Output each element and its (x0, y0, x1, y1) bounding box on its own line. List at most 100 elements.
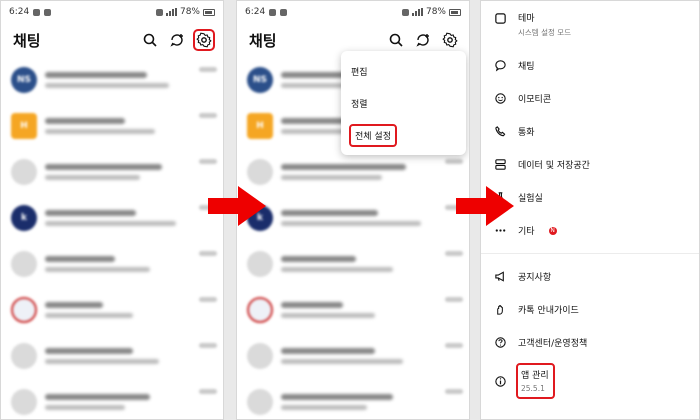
battery-icon (449, 8, 461, 16)
status-time: 6:24 (9, 7, 30, 17)
settings-item-notice[interactable]: 공지사항 (481, 260, 699, 293)
settings-item-label: 테마 (518, 14, 535, 24)
chat-time-blurred (445, 343, 463, 348)
chat-time-blurred (445, 297, 463, 302)
chat-preview-blurred (45, 72, 191, 88)
chat-message-blurred (281, 359, 403, 364)
battery-percent: 78% (179, 7, 200, 17)
chat-avatar: H (11, 113, 37, 139)
new-chat-icon[interactable] (168, 31, 186, 49)
chat-message-blurred (45, 83, 170, 88)
chat-message-blurred (45, 267, 151, 272)
chat-message-blurred (281, 175, 383, 180)
settings-item-label: 앱 관리 (521, 371, 549, 381)
settings-item-app-management[interactable]: 앱 관리 25.5.1 (481, 359, 699, 403)
chat-time-blurred (199, 67, 217, 72)
chat-message-blurred (281, 221, 422, 226)
settings-item-label: 데이터 및 저장공간 (518, 161, 590, 171)
app-management-box: 앱 관리 25.5.1 (516, 363, 555, 399)
info-icon (493, 374, 507, 388)
settings-item-chat[interactable]: 채팅 (481, 49, 699, 82)
chat-time-blurred (199, 159, 217, 164)
chat-avatar (11, 159, 37, 185)
chat-avatar (247, 159, 273, 185)
chat-row[interactable] (11, 287, 217, 333)
settings-item-label: 공지사항 (518, 273, 552, 283)
search-icon[interactable] (141, 31, 159, 49)
settings-item-theme[interactable]: 테마 시스템 설정 모드 (481, 9, 699, 49)
overflow-menu: 편집 정렬 전체 설정 (341, 51, 466, 155)
menu-item-sort[interactable]: 정렬 (341, 87, 466, 119)
divider (481, 253, 699, 254)
chat-bubble-icon (493, 59, 507, 73)
settings-item-label: 이모티콘 (518, 95, 552, 105)
search-icon[interactable] (387, 31, 405, 49)
chat-row[interactable] (247, 149, 463, 195)
hand-icon (493, 303, 507, 317)
screen-chat-list: 6:24 78% 채팅 NS Hk (0, 0, 224, 420)
chat-message-blurred (45, 359, 159, 364)
chat-message-blurred (45, 221, 177, 226)
chat-avatar (247, 251, 273, 277)
app-header: 채팅 (1, 23, 223, 57)
chat-message-blurred (281, 267, 394, 272)
battery-icon (203, 8, 215, 16)
notification-icon (280, 8, 288, 16)
chat-preview-blurred (45, 302, 191, 318)
settings-item-support[interactable]: 고객센터/운영정책 (481, 326, 699, 359)
chat-row[interactable] (247, 333, 463, 379)
chat-name-blurred (281, 348, 375, 354)
menu-item-all-settings[interactable]: 전체 설정 (341, 119, 466, 151)
chat-avatar (11, 297, 37, 323)
chat-message-blurred (45, 313, 133, 318)
notification-icon (44, 8, 52, 16)
chat-preview-blurred (281, 348, 437, 364)
chat-preview-blurred (45, 118, 191, 134)
chat-avatar (11, 389, 37, 415)
gear-icon[interactable] (441, 31, 459, 49)
arrow-right-icon (208, 186, 266, 226)
status-bar: 6:24 78% (1, 1, 223, 23)
settings-item-data-storage[interactable]: 데이터 및 저장공간 (481, 148, 699, 181)
settings-item-guide[interactable]: 카톡 안내가이드 (481, 293, 699, 326)
chat-row[interactable] (247, 287, 463, 333)
chat-name-blurred (281, 164, 406, 170)
chat-row[interactable] (247, 241, 463, 287)
chat-preview-blurred (45, 348, 191, 364)
chat-avatar: H (247, 113, 273, 139)
page-title: 채팅 (249, 31, 277, 50)
chat-row[interactable]: k (11, 195, 217, 241)
chat-preview-blurred (281, 394, 437, 410)
chat-avatar (11, 251, 37, 277)
app-version: 25.5.1 (521, 384, 545, 393)
chat-name-blurred (45, 164, 162, 170)
chat-row[interactable] (11, 241, 217, 287)
chat-preview-blurred (45, 256, 191, 272)
chat-name-blurred (45, 72, 148, 78)
chat-name-blurred (45, 256, 116, 262)
chat-row[interactable]: H (11, 103, 217, 149)
new-chat-icon[interactable] (414, 31, 432, 49)
settings-item-emoticon[interactable]: 이모티콘 (481, 82, 699, 115)
menu-item-edit[interactable]: 편집 (341, 55, 466, 87)
chat-avatar (11, 343, 37, 369)
chat-row[interactable]: NS (11, 57, 217, 103)
chat-row[interactable] (11, 379, 217, 419)
settings-item-call[interactable]: 통화 (481, 115, 699, 148)
notification-icon (269, 8, 277, 16)
chat-row[interactable] (11, 149, 217, 195)
megaphone-icon (493, 270, 507, 284)
gear-icon[interactable] (193, 29, 215, 51)
chat-message-blurred (45, 405, 126, 410)
chat-row[interactable] (11, 333, 217, 379)
chat-name-blurred (281, 394, 394, 400)
signal-icon (165, 8, 177, 16)
signal-icon (411, 8, 423, 16)
arrow-right-icon (456, 186, 514, 226)
chat-time-blurred (445, 159, 463, 164)
chat-preview-blurred (281, 210, 437, 226)
chat-row[interactable]: k (247, 195, 463, 241)
chat-time-blurred (445, 251, 463, 256)
chat-row[interactable] (247, 379, 463, 419)
chat-message-blurred (281, 313, 375, 318)
